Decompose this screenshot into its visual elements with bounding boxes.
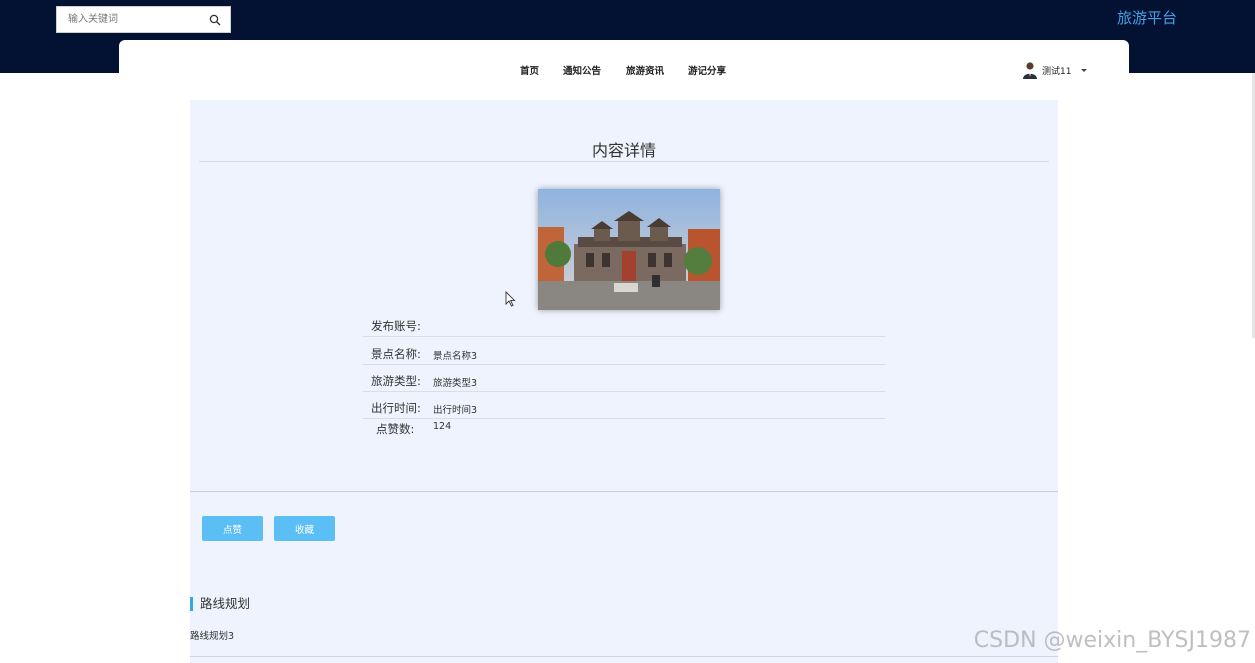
field-row-attraction-name: 景点名称: 景点名称3 bbox=[363, 338, 885, 365]
like-button[interactable]: 点赞 bbox=[202, 516, 263, 541]
user-menu[interactable]: 测试11 bbox=[1022, 60, 1088, 80]
bottom-divider bbox=[190, 656, 1058, 657]
field-value: 景点名称3 bbox=[433, 351, 478, 362]
field-row-travel-type: 旅游类型: 旅游类型3 bbox=[363, 365, 885, 392]
search-box[interactable] bbox=[56, 6, 231, 33]
mouse-cursor-icon bbox=[505, 291, 516, 307]
field-row-likes: 点赞数: 124 bbox=[363, 413, 885, 440]
search-icon[interactable] bbox=[209, 14, 221, 26]
attraction-photo bbox=[538, 189, 720, 310]
title-divider bbox=[199, 161, 1049, 162]
field-row-publisher: 发布账号: bbox=[363, 310, 885, 337]
watermark: CSDN @weixin_BYSJ1987 bbox=[973, 628, 1251, 653]
nav-item-travel-notes[interactable]: 游记分享 bbox=[688, 63, 726, 77]
favorite-button[interactable]: 收藏 bbox=[274, 516, 335, 541]
content-panel: 内容详情 发布账号: 景点名称: 景点名称3 旅游类型: 旅游类型3 出行时间:… bbox=[190, 100, 1058, 663]
nav-card: 首页 通知公告 旅游资讯 游记分享 测试11 bbox=[119, 40, 1129, 100]
chevron-down-icon[interactable] bbox=[1081, 68, 1088, 72]
section-divider bbox=[190, 491, 1058, 492]
search-input[interactable] bbox=[57, 7, 197, 32]
field-label: 发布账号: bbox=[371, 319, 421, 333]
route-section-title: 路线规划 bbox=[190, 597, 250, 611]
avatar bbox=[1023, 62, 1037, 79]
site-brand[interactable]: 旅游平台 bbox=[1117, 7, 1177, 28]
user-name: 测试11 bbox=[1042, 66, 1072, 77]
field-value: 124 bbox=[433, 421, 452, 432]
main-nav: 首页 通知公告 旅游资讯 游记分享 bbox=[119, 63, 1129, 79]
route-content: 路线规划3 bbox=[190, 631, 235, 642]
page-title: 内容详情 bbox=[591, 141, 656, 160]
nav-item-home[interactable]: 首页 bbox=[520, 63, 539, 77]
nav-item-notices[interactable]: 通知公告 bbox=[563, 63, 601, 77]
nav-item-travel-news[interactable]: 旅游资讯 bbox=[626, 63, 664, 77]
field-value: 旅游类型3 bbox=[433, 378, 478, 389]
field-label: 旅游类型: bbox=[371, 374, 421, 388]
field-label: 景点名称: bbox=[371, 347, 421, 361]
field-label: 点赞数: bbox=[376, 422, 415, 436]
